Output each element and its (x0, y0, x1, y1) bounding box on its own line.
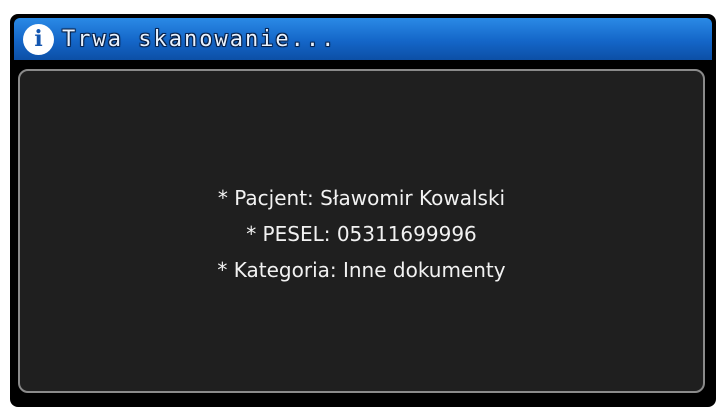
info-icon-glyph: i (34, 26, 43, 52)
pesel-line: * PESEL: 05311699996 (246, 222, 477, 246)
patient-line: * Pacjent: Sławomir Kowalski (217, 186, 506, 210)
dialog-title: Trwa skanowanie... (62, 26, 337, 52)
scan-details: * Pacjent: Sławomir Kowalski * PESEL: 05… (20, 180, 703, 288)
dialog-titlebar: i Trwa skanowanie... (14, 18, 712, 60)
content-panel: * Pacjent: Sławomir Kowalski * PESEL: 05… (18, 69, 705, 393)
scan-dialog: i Trwa skanowanie... * Pacjent: Sławomir… (10, 14, 716, 407)
info-icon: i (23, 23, 54, 55)
category-line: * Kategoria: Inne dokumenty (217, 258, 506, 282)
